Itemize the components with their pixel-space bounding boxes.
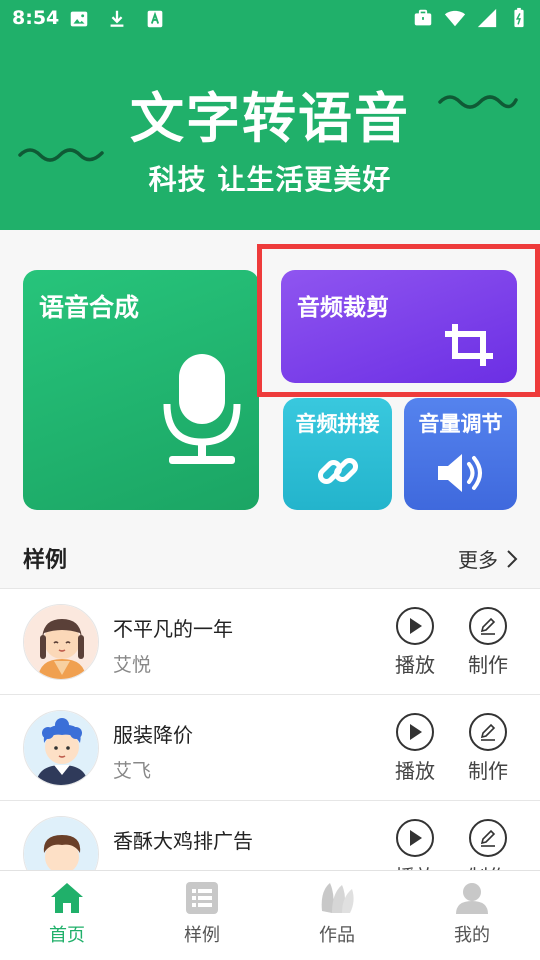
sample-title: 香酥大鸡排广告 xyxy=(113,829,253,853)
audio-join-card[interactable]: 音频拼接 xyxy=(283,398,392,510)
make-button[interactable]: 制作 xyxy=(463,607,513,678)
speaker-icon xyxy=(438,454,482,492)
sample-author: 艾飞 xyxy=(113,760,152,782)
play-icon xyxy=(410,724,422,740)
hero-subtitle: 科技 让生活更美好 xyxy=(148,163,392,196)
pencil-icon xyxy=(480,723,496,741)
list-item[interactable]: 不平凡的一年 艾悦 播放 制作 xyxy=(0,588,540,694)
nav-sample-label: 样例 xyxy=(184,925,220,946)
play-button[interactable]: 播放 xyxy=(390,713,440,784)
more-link-label: 更多 xyxy=(458,548,498,572)
volume-adjust-card[interactable]: 音量调节 xyxy=(404,398,517,510)
play-icon xyxy=(410,830,422,846)
play-label: 播放 xyxy=(395,653,435,677)
wifi-icon xyxy=(444,10,466,27)
microphone-icon xyxy=(163,354,241,464)
nav-works[interactable]: 作品 xyxy=(287,881,387,947)
play-button[interactable]: 播放 xyxy=(390,607,440,678)
sample-author: 艾悦 xyxy=(113,654,152,676)
text-a-icon xyxy=(147,10,163,28)
volume-adjust-card-label: 音量调节 xyxy=(418,412,503,436)
download-icon xyxy=(110,10,124,27)
make-label: 制作 xyxy=(468,759,508,783)
status-time: 8:54 xyxy=(12,7,60,29)
nav-sample[interactable]: 样例 xyxy=(152,881,252,947)
sample-title: 服装降价 xyxy=(113,723,193,747)
audio-join-card-label: 音频拼接 xyxy=(295,412,380,436)
list-item[interactable]: 服装降价 艾飞 播放 制作 xyxy=(0,694,540,800)
list-icon xyxy=(186,882,218,914)
nav-mine-label: 我的 xyxy=(454,925,490,946)
home-icon xyxy=(51,883,83,913)
avatar xyxy=(23,604,99,680)
hero-banner: 8:54 文字转语音 科技 让生活更美好 xyxy=(0,0,540,230)
make-label: 制作 xyxy=(468,653,508,677)
play-label: 播放 xyxy=(395,759,435,783)
nav-works-label: 作品 xyxy=(319,925,355,946)
avatar xyxy=(23,710,99,786)
make-button[interactable]: 制作 xyxy=(463,713,513,784)
chevron-right-icon xyxy=(507,549,518,568)
tts-card[interactable]: 语音合成 xyxy=(23,270,259,510)
pencil-icon xyxy=(480,829,496,847)
user-icon xyxy=(456,883,488,914)
sample-list: 不平凡的一年 艾悦 播放 制作 服装降价 艾飞 播放 制作 香酥大鸡排广告 xyxy=(0,588,540,906)
crop-icon xyxy=(445,324,493,366)
hero-title: 文字转语音 xyxy=(130,86,410,150)
briefcase-icon xyxy=(414,9,432,26)
more-link[interactable]: 更多 xyxy=(458,544,518,573)
battery-icon xyxy=(514,7,524,28)
sample-title: 不平凡的一年 xyxy=(113,617,233,641)
nav-home-label: 首页 xyxy=(49,925,85,946)
samples-section-title: 样例 xyxy=(23,548,68,573)
play-icon xyxy=(410,618,422,634)
pencil-icon xyxy=(480,617,496,635)
works-icon xyxy=(321,883,354,913)
link-icon xyxy=(317,457,359,485)
bottom-nav: 首页 样例 作品 我的 xyxy=(0,870,540,960)
main-content: 语音合成 音频裁剪 音频拼接 音量调节 样例 更多 不平凡的一年 艾悦 播放 制… xyxy=(0,230,540,906)
status-bar: 8:54 xyxy=(0,0,540,36)
tts-card-label: 语音合成 xyxy=(39,293,140,322)
nav-home[interactable]: 首页 xyxy=(17,881,117,947)
signal-icon xyxy=(477,8,497,28)
nav-mine[interactable]: 我的 xyxy=(422,881,522,947)
audio-crop-card-label: 音频裁剪 xyxy=(297,295,389,321)
image-icon xyxy=(70,11,88,27)
audio-crop-card[interactable]: 音频裁剪 xyxy=(281,270,517,383)
